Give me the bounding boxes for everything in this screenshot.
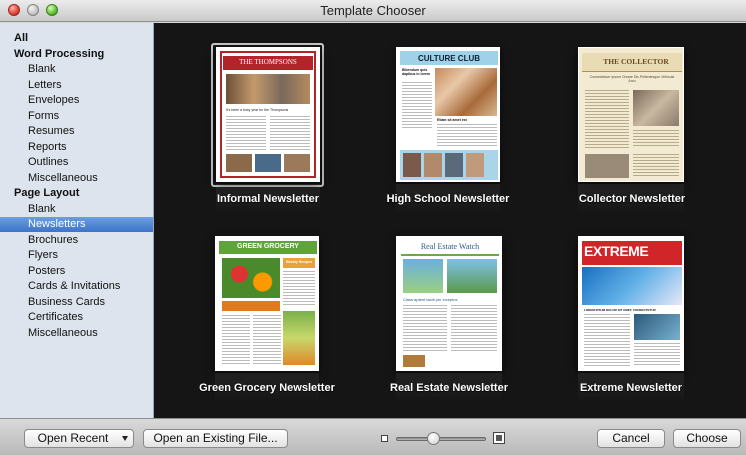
category-sidebar[interactable]: All Word Processing Blank Letters Envelopes F… xyxy=(0,23,154,418)
thumbnail-heading: CULTURE CLUB xyxy=(417,54,481,63)
sidebar-item[interactable]: Blank xyxy=(0,202,153,217)
sidebar-item[interactable]: Cards & Invitations xyxy=(0,279,153,294)
template-thumbnail-real-estate-newsletter[interactable]: Real Estate Watch Class aptent taciti pe… xyxy=(396,236,502,371)
cancel-button[interactable]: Cancel xyxy=(597,429,665,448)
thumbnail-subheading: Bibendum quis dapibus in lorem xyxy=(402,68,431,76)
thumbnail-heading: THE COLLECTOR xyxy=(603,57,669,66)
template-label[interactable]: Informal Newsletter xyxy=(188,193,348,205)
template-thumbnail-collector-newsletter[interactable]: THE COLLECTOR Consectetuer Ipsum Ornare … xyxy=(578,47,684,182)
bottom-toolbar: Open Recent Open an Existing File... Can… xyxy=(0,418,746,455)
thumbnail-subheading: Class aptent taciti per inceptos xyxy=(403,297,458,302)
template-thumbnail-green-grocery-newsletter[interactable]: GREEN GROCERY Weekly Recipes xyxy=(215,236,319,371)
thumbnail-headline: Etiam sit amet est xyxy=(437,118,467,122)
chevron-down-icon xyxy=(122,436,128,441)
window-title: Template Chooser xyxy=(320,3,426,18)
open-recent-label: Open Recent xyxy=(37,431,109,445)
thumbnail-heading: Real Estate Watch xyxy=(420,242,480,251)
template-label[interactable]: High School Newsletter xyxy=(368,193,528,205)
thumbnail-size-slider-knob[interactable] xyxy=(427,432,441,445)
sidebar-item[interactable]: Resumes xyxy=(0,124,153,139)
template-browser[interactable]: THE THOMPSONS It's been a busy year for … xyxy=(154,23,746,418)
sidebar-item[interactable]: Envelopes xyxy=(0,93,153,108)
thumbnail-heading: EXTREME xyxy=(584,243,649,259)
sidebar-item[interactable]: Miscellaneous xyxy=(0,171,153,186)
thumbnail-subheading: Consectetuer Ipsum Ornare Dis Pellentesq… xyxy=(589,75,675,83)
sidebar-item[interactable]: Certificates xyxy=(0,310,153,325)
large-thumbnail-icon[interactable] xyxy=(493,432,505,444)
small-thumbnail-icon[interactable] xyxy=(381,435,388,442)
template-thumbnail-high-school-newsletter[interactable]: CULTURE CLUB Bibendum quis dapibus in lo… xyxy=(396,47,500,182)
thumbnail-subheading: It's been a busy year for the Thompsons xyxy=(226,108,289,112)
thumbnail-heading: GREEN GROCERY xyxy=(237,243,299,250)
thumbnail-heading: THE THOMPSONS xyxy=(239,58,297,66)
sidebar-item[interactable]: Blank xyxy=(0,62,153,77)
sidebar-item[interactable]: Posters xyxy=(0,264,153,279)
template-thumbnail-extreme-newsletter[interactable]: EXTREME LOREM IPSUM DOLOR SIT AMET, CONS… xyxy=(578,236,684,371)
sidebar-category[interactable]: All xyxy=(0,31,153,46)
sidebar-item[interactable]: Brochures xyxy=(0,233,153,248)
thumbnail-size-slider[interactable] xyxy=(396,437,486,441)
template-thumbnail-informal-newsletter[interactable]: THE THOMPSONS It's been a busy year for … xyxy=(216,47,320,182)
sidebar-category[interactable]: Page Layout xyxy=(0,186,153,201)
sidebar-item[interactable]: Newsletters xyxy=(0,217,153,232)
title-bar[interactable]: Template Chooser xyxy=(0,0,746,22)
sidebar-item[interactable]: Reports xyxy=(0,140,153,155)
sidebar-item[interactable]: Miscellaneous xyxy=(0,326,153,341)
open-existing-file-button[interactable]: Open an Existing File... xyxy=(143,429,288,448)
sidebar-item[interactable]: Letters xyxy=(0,78,153,93)
thumbnail-subheading: Weekly Recipes xyxy=(285,260,313,264)
sidebar-item[interactable]: Flyers xyxy=(0,248,153,263)
template-label[interactable]: Green Grocery Newsletter xyxy=(187,382,347,394)
template-label[interactable]: Collector Newsletter xyxy=(552,193,712,205)
sidebar-item[interactable]: Forms xyxy=(0,109,153,124)
choose-button[interactable]: Choose xyxy=(673,429,741,448)
open-recent-popup-button[interactable]: Open Recent xyxy=(24,429,134,448)
sidebar-category[interactable]: Word Processing xyxy=(0,47,153,62)
thumbnail-subheading: LOREM IPSUM DOLOR SIT AMET, CONSECTETUR xyxy=(584,308,656,312)
template-label[interactable]: Extreme Newsletter xyxy=(551,382,711,394)
sidebar-item[interactable]: Outlines xyxy=(0,155,153,170)
template-chooser-window: Template Chooser All Word Processing Blank… xyxy=(0,0,746,455)
sidebar-item[interactable]: Business Cards xyxy=(0,295,153,310)
template-label[interactable]: Real Estate Newsletter xyxy=(369,382,529,394)
